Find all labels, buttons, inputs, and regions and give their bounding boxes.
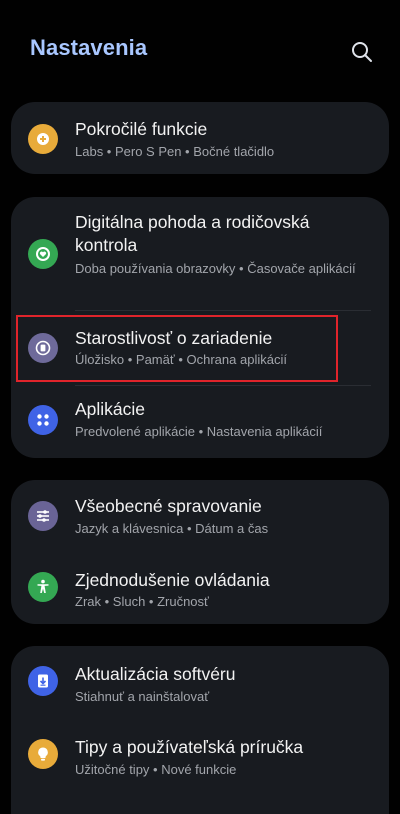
settings-item-subtitle: Labs • Pero S Pen • Bočné tlačidlo xyxy=(75,144,275,159)
settings-item-title: Všeobecné spravovanie xyxy=(75,496,262,516)
software-update-icon xyxy=(38,674,48,688)
header: Nastavenia xyxy=(0,0,400,100)
heart-icon xyxy=(36,247,50,261)
page-title: Nastavenia xyxy=(30,35,148,60)
settings-item-title: Aplikácie xyxy=(75,399,146,419)
apps-grid-icon xyxy=(37,414,49,426)
settings-item-digital-wellbeing[interactable]: Digitálna pohoda a rodičovská kontrola D… xyxy=(11,197,389,310)
settings-card-updates: Aktualizácia softvéru Stiahnuť a nainšta… xyxy=(11,646,389,814)
software-update-icon-badge xyxy=(28,666,58,696)
settings-item-title: Pokročilé funkcie xyxy=(75,119,208,139)
settings-item-title: Starostlivosť o zariadenie xyxy=(75,328,273,348)
digital-wellbeing-icon-badge xyxy=(28,239,58,269)
settings-card-advanced: Pokročilé funkcie Labs • Pero S Pen • Bo… xyxy=(11,102,389,174)
settings-item-subtitle: Užitočné tipy • Nové funkcie xyxy=(75,762,237,777)
settings-item-title: Zjednodušenie ovládania xyxy=(75,570,270,590)
settings-item-subtitle: Stiahnuť a nainštalovať xyxy=(75,689,210,704)
search-icon xyxy=(352,42,372,62)
sliders-icon xyxy=(37,510,49,522)
advanced-features-icon-badge xyxy=(28,124,58,154)
gear-plus-icon xyxy=(37,133,49,145)
settings-card-wellbeing: Digitálna pohoda a rodičovská kontrola D… xyxy=(11,197,389,458)
device-care-icon xyxy=(35,340,51,356)
device-care-icon-badge xyxy=(28,333,58,363)
settings-card-general: Všeobecné spravovanie Jazyk a klávesnica… xyxy=(11,480,389,624)
settings-item-software-update[interactable]: Aktualizácia softvéru Stiahnuť a nainšta… xyxy=(11,646,389,718)
settings-item-title: Tipy a používateľská príručka xyxy=(75,737,304,757)
settings-item-subtitle: Doba používania obrazovky • Časovače apl… xyxy=(75,261,356,276)
settings-item-accessibility[interactable]: Zjednodušenie ovládania Zrak • Sluch • Z… xyxy=(11,552,389,624)
accessibility-icon xyxy=(37,579,49,593)
settings-item-subtitle: Zrak • Sluch • Zručnosť xyxy=(75,594,209,609)
settings-item-subtitle: Jazyk a klávesnica • Dátum a čas xyxy=(75,521,269,536)
general-management-icon-badge xyxy=(28,501,58,531)
settings-item-tips[interactable]: Tipy a používateľská príručka Užitočné t… xyxy=(11,718,389,790)
tips-icon-badge xyxy=(28,739,58,769)
apps-icon-badge xyxy=(28,405,58,435)
settings-screen: Nastavenia Pokročilé funkcie Labs • Pero… xyxy=(0,0,400,814)
settings-item-subtitle: Úložisko • Pamäť • Ochrana aplikácií xyxy=(75,352,287,367)
settings-item-subtitle: Predvolené aplikácie • Nastavenia apliká… xyxy=(75,424,323,439)
search-button[interactable] xyxy=(344,34,380,70)
lightbulb-icon xyxy=(38,747,48,761)
settings-item-title: Aktualizácia softvéru xyxy=(75,664,236,684)
settings-item-apps[interactable]: Aplikácie Predvolené aplikácie • Nastave… xyxy=(11,386,389,458)
settings-item-general-management[interactable]: Všeobecné spravovanie Jazyk a klávesnica… xyxy=(11,480,389,552)
accessibility-icon-badge xyxy=(28,572,58,602)
settings-item-title: Digitálna pohoda a rodičovská kontrola xyxy=(75,212,310,255)
settings-item-advanced-features[interactable]: Pokročilé funkcie Labs • Pero S Pen • Bo… xyxy=(11,102,389,174)
settings-item-device-care[interactable]: Starostlivosť o zariadenie Úložisko • Pa… xyxy=(11,311,389,385)
